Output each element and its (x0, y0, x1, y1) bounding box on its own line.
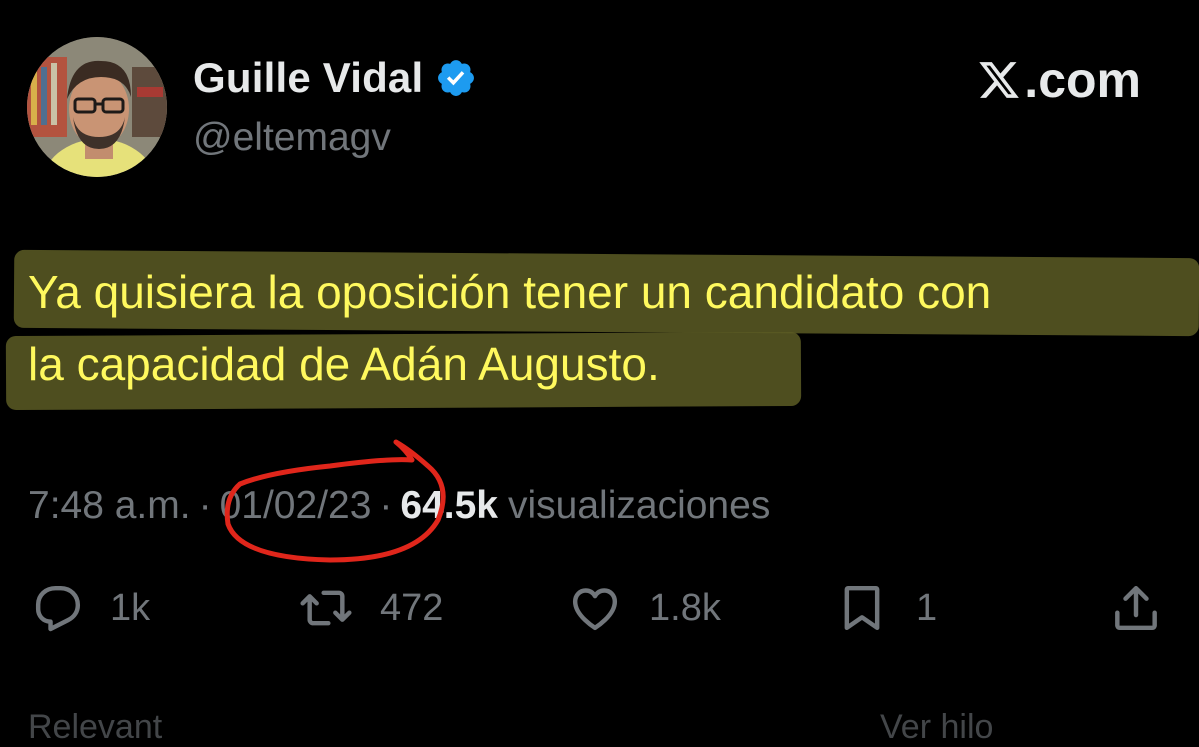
footer-right-text[interactable]: Ver hilo (880, 708, 993, 747)
like-count: 1.8k (649, 586, 721, 629)
share-button[interactable] (1106, 580, 1188, 636)
verified-badge-icon[interactable] (435, 57, 477, 99)
reply-icon (35, 585, 81, 632)
tweet-time[interactable]: 7:48 a.m. (28, 484, 191, 528)
reply-button[interactable]: 1k (28, 580, 150, 636)
avatar-photo (27, 37, 167, 177)
avatar[interactable] (27, 37, 167, 177)
tweet-text-line-1: Ya quisiera la oposición tener un candid… (28, 266, 992, 318)
like-button[interactable]: 1.8k (563, 580, 721, 636)
tweet-date[interactable]: 01/02/23 (220, 484, 372, 528)
x-com-brand: .com (976, 52, 1141, 108)
meta-separator: · (379, 484, 393, 527)
repost-button[interactable]: 472 (294, 580, 443, 636)
tweet-meta: 7:48 a.m. · 01/02/23 · 64.5k visualizaci… (28, 480, 770, 532)
reply-count: 1k (110, 586, 151, 629)
views-count[interactable]: 64.5k (400, 484, 498, 528)
tweet-text: Ya quisiera la oposición tener un candid… (28, 256, 1188, 400)
views-label: visualizaciones (508, 484, 771, 527)
tweet-text-line-2: la capacidad de Adán Augusto. (28, 338, 660, 390)
bookmark-button[interactable]: 1 (830, 580, 937, 636)
tweet-actions: 1k 472 1.8k 1 (28, 580, 1173, 636)
bookmark-count: 1 (916, 586, 938, 629)
x-logo-icon (979, 62, 1020, 98)
author-name-row: Guille Vidal (193, 52, 477, 104)
share-icon (1115, 585, 1157, 631)
footer-left-text[interactable]: Relevant (28, 708, 162, 747)
brand-label: .com (1024, 52, 1141, 108)
bookmark-icon (844, 585, 880, 631)
meta-separator: · (198, 484, 212, 527)
repost-icon (300, 590, 352, 626)
author-handle[interactable]: @eltemagv (193, 116, 391, 160)
heart-icon (572, 588, 618, 631)
repost-count: 472 (380, 586, 444, 629)
author-display-name[interactable]: Guille Vidal (193, 54, 423, 102)
